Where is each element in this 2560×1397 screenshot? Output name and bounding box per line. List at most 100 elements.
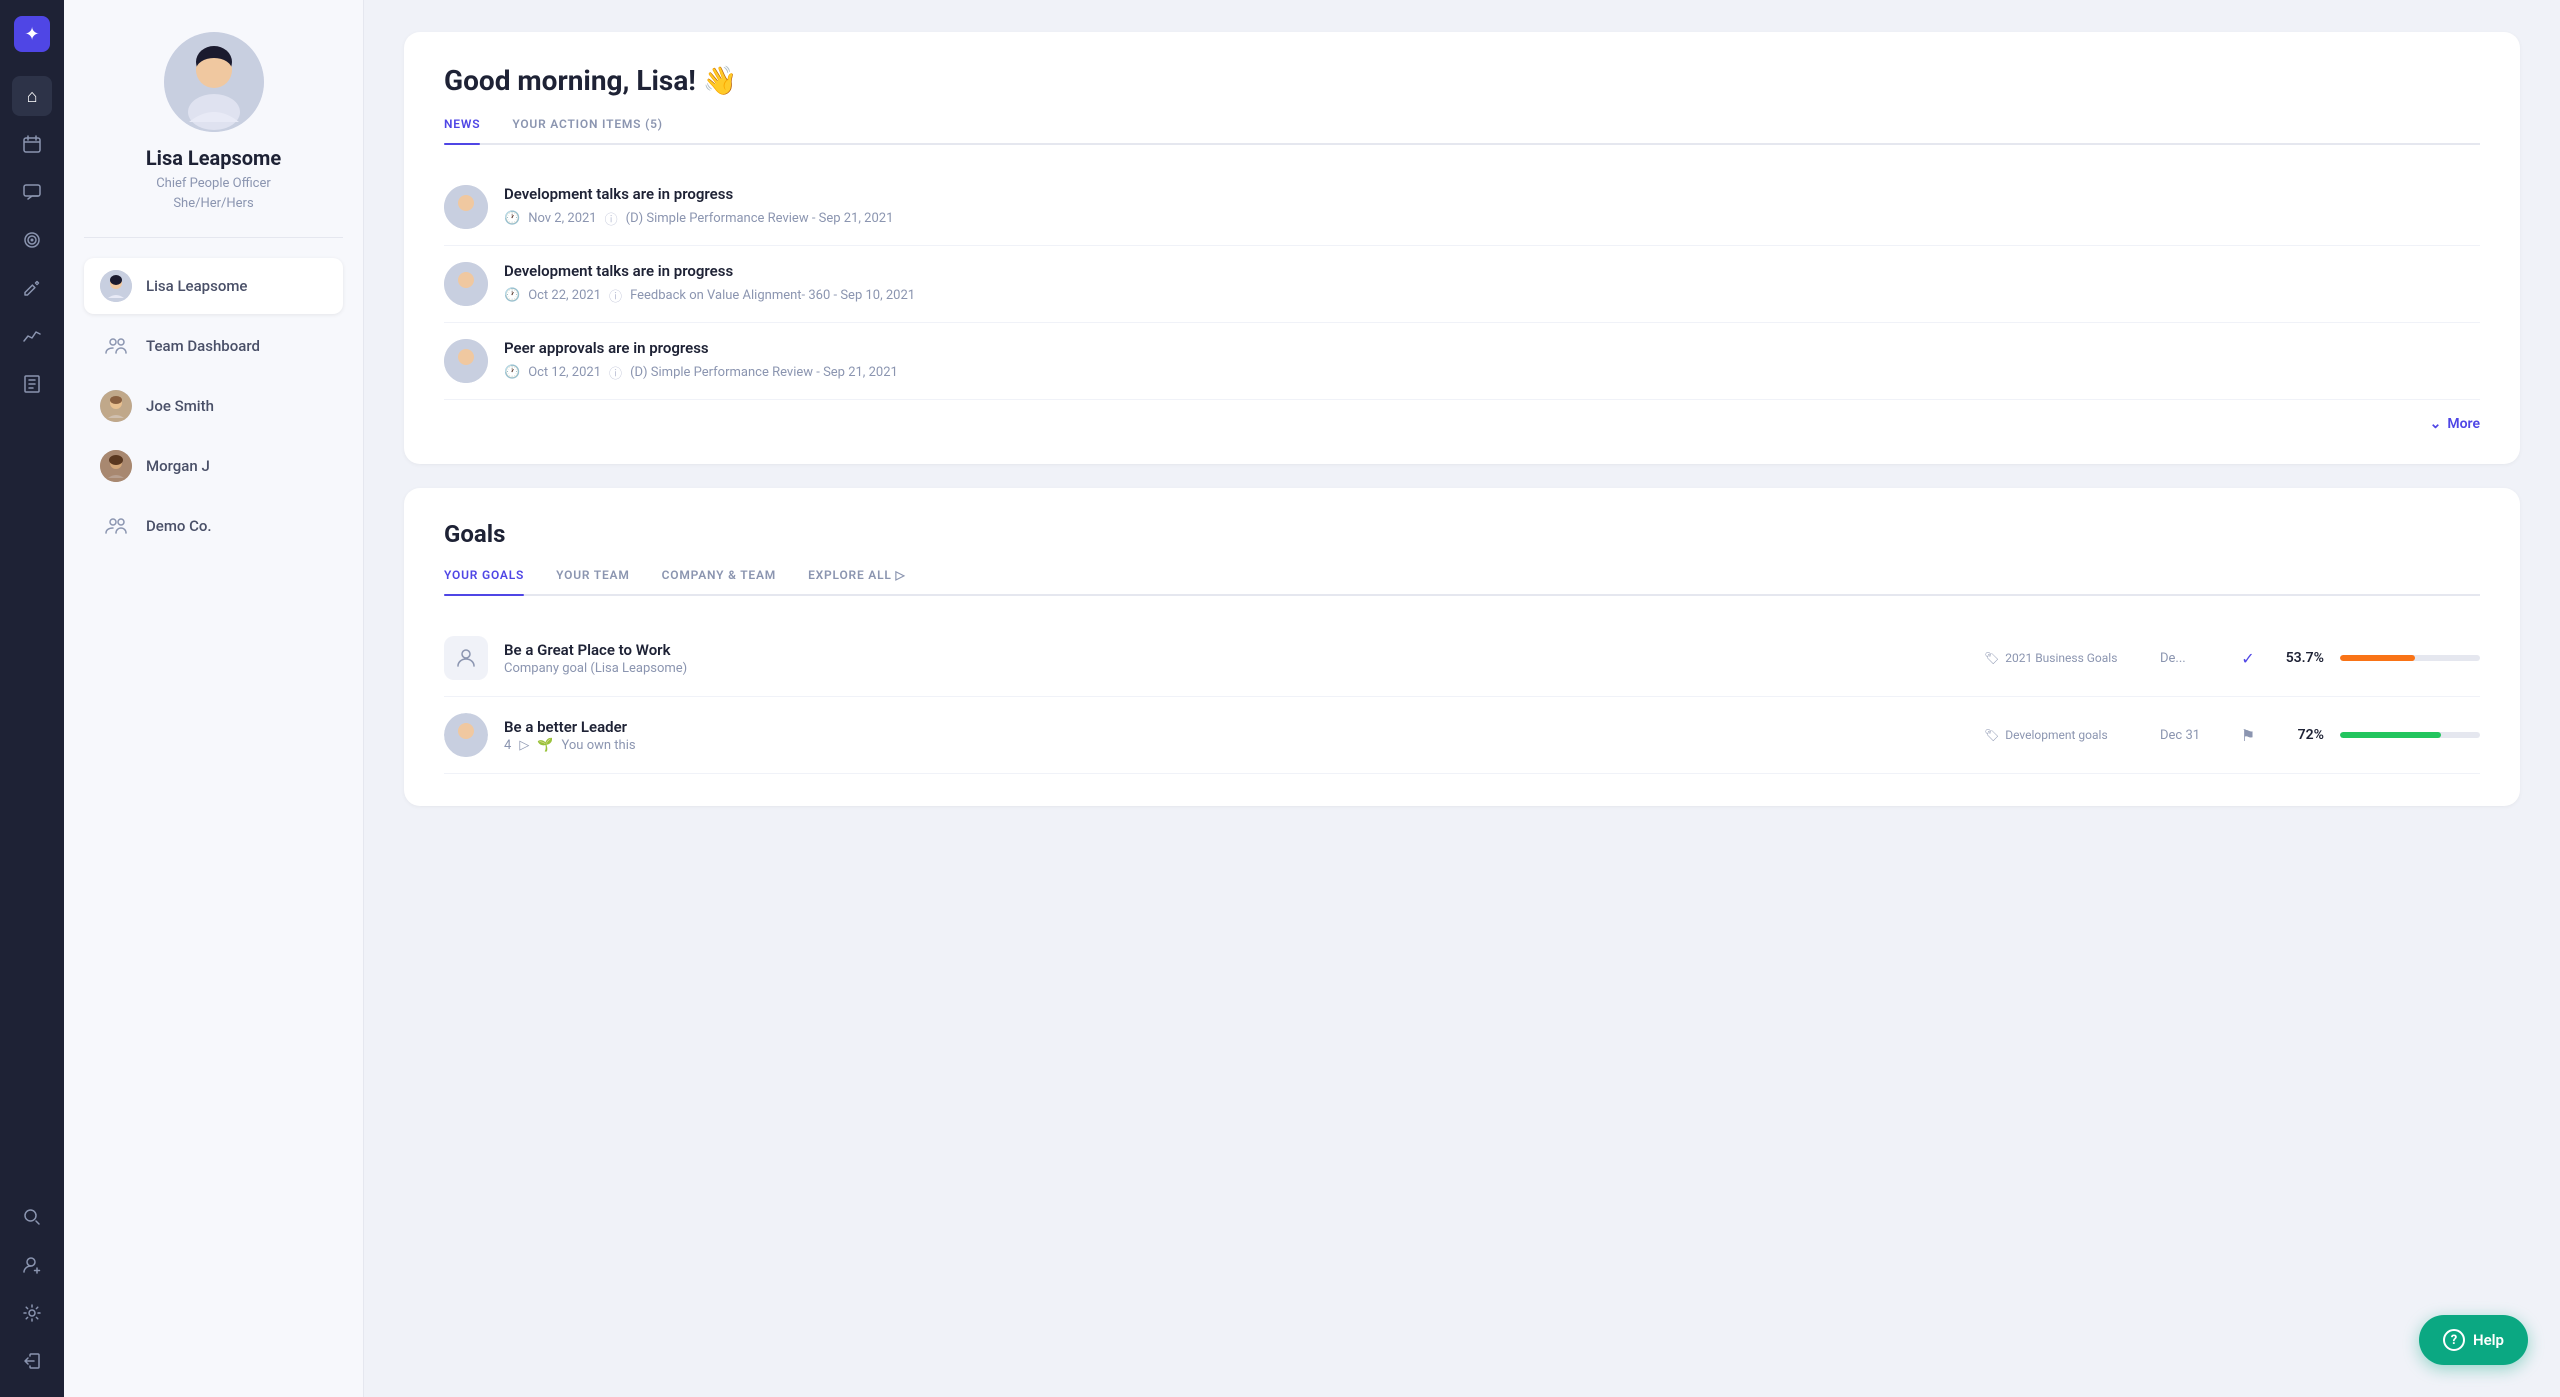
tag-icon-1: 🏷 <box>1984 651 1999 665</box>
tag-icon-2: 🏷 <box>1984 728 1999 742</box>
goal-sub-row-2: 4 ▷ 🌱 You own this <box>504 738 1968 753</box>
profile-section: Lisa Leapsome Chief People Officer She/H… <box>84 32 343 238</box>
goal-item-2: Be a better Leader 4 ▷ 🌱 You own this 🏷 … <box>444 697 2480 774</box>
goal-sub-1: Company goal (Lisa Leapsome) <box>504 661 1968 676</box>
play-icon: ▷ <box>519 738 529 753</box>
profile-avatar <box>164 32 264 132</box>
news-body-1: Development talks are in progress 🕐 Nov … <box>504 185 2480 228</box>
news-item: Development talks are in progress 🕐 Nov … <box>444 169 2480 246</box>
sidebar-item-demo-label: Demo Co. <box>146 517 212 535</box>
info-icon-2: ⓘ <box>609 286 622 305</box>
icon-sidebar: ✦ ⌂ <box>0 0 64 1397</box>
target-icon[interactable] <box>12 220 52 260</box>
clock-icon-1: 🕐 <box>504 211 520 226</box>
news-meta-1: 🕐 Nov 2, 2021 ⓘ (D) Simple Performance R… <box>504 209 2480 228</box>
goal-flag-2: ⚑ <box>2236 726 2260 745</box>
main-content: Good morning, Lisa! 👋 NEWS YOUR ACTION I… <box>364 0 2560 1397</box>
tab-company-team[interactable]: COMPANY & TEAM <box>662 568 776 594</box>
goal-info-2: Be a better Leader 4 ▷ 🌱 You own this <box>504 718 1968 753</box>
help-button[interactable]: ? Help <box>2419 1315 2528 1365</box>
clock-icon-3: 🕐 <box>504 365 520 380</box>
chart-icon[interactable] <box>12 316 52 356</box>
leaf-icon: 🌱 <box>537 738 553 753</box>
goal-icon-1 <box>444 636 488 680</box>
info-icon-3: ⓘ <box>609 363 622 382</box>
calendar-icon[interactable] <box>12 124 52 164</box>
settings-icon[interactable] <box>12 1293 52 1333</box>
help-circle-icon: ? <box>2443 1329 2465 1351</box>
goals-tabs-row: YOUR GOALS YOUR TEAM COMPANY & TEAM EXPL… <box>444 568 2480 596</box>
app-logo[interactable]: ✦ <box>14 16 50 52</box>
info-icon-1: ⓘ <box>605 209 618 228</box>
goal-percent-2: 72% <box>2276 727 2324 743</box>
news-meta-2: 🕐 Oct 22, 2021 ⓘ Feedback on Value Align… <box>504 286 2480 305</box>
news-title-3: Peer approvals are in progress <box>504 339 2480 357</box>
goal-info-1: Be a Great Place to Work Company goal (L… <box>504 641 1968 676</box>
clock-icon-2: 🕐 <box>504 288 520 303</box>
sidebar-item-team-label: Team Dashboard <box>146 337 260 355</box>
progress-fill-1 <box>2340 655 2415 661</box>
goal-icon-2 <box>444 713 488 757</box>
chevron-down-icon: ⌄ <box>2430 416 2442 432</box>
help-label: Help <box>2473 1331 2504 1349</box>
more-link[interactable]: ⌄ More <box>444 400 2480 432</box>
news-title-1: Development talks are in progress <box>504 185 2480 203</box>
goal-item-1: Be a Great Place to Work Company goal (L… <box>444 620 2480 697</box>
nav-list: Lisa Leapsome Team Dashboard Joe Smith M… <box>84 258 343 554</box>
news-card: Good morning, Lisa! 👋 NEWS YOUR ACTION I… <box>404 32 2520 464</box>
home-icon[interactable]: ⌂ <box>12 76 52 116</box>
goals-section-title: Goals <box>444 520 2480 548</box>
tab-your-team[interactable]: YOUR TEAM <box>556 568 630 594</box>
tab-news[interactable]: NEWS <box>444 117 480 143</box>
news-meta-3: 🕐 Oct 12, 2021 ⓘ (D) Simple Performance … <box>504 363 2480 382</box>
tab-explore-all[interactable]: EXPLORE ALL ▷ <box>808 568 905 594</box>
demo-co-icon <box>100 510 132 542</box>
sidebar-item-demo[interactable]: Demo Co. <box>84 498 343 554</box>
news-body-3: Peer approvals are in progress 🕐 Oct 12,… <box>504 339 2480 382</box>
tab-your-goals[interactable]: YOUR GOALS <box>444 568 524 594</box>
profile-title: Chief People Officer She/Her/Hers <box>156 174 271 213</box>
goals-card: Goals YOUR GOALS YOUR TEAM COMPANY & TEA… <box>404 488 2520 806</box>
logout-icon[interactable] <box>12 1341 52 1381</box>
goal-progress-2 <box>2340 732 2480 738</box>
goal-check-1: ✓ <box>2236 649 2260 668</box>
book-icon[interactable] <box>12 364 52 404</box>
goal-tag-2: 🏷 Development goals <box>1984 728 2144 742</box>
team-dashboard-icon <box>100 330 132 362</box>
goal-tag-1: 🏷 2021 Business Goals <box>1984 651 2144 665</box>
add-user-icon[interactable] <box>12 1245 52 1285</box>
nav-avatar-lisa <box>100 270 132 302</box>
sidebar-item-joe-label: Joe Smith <box>146 397 214 415</box>
chat-icon[interactable] <box>12 172 52 212</box>
left-panel: Lisa Leapsome Chief People Officer She/H… <box>64 0 364 1397</box>
sidebar-item-lisa-label: Lisa Leapsome <box>146 277 247 295</box>
nav-avatar-joe <box>100 390 132 422</box>
edit-icon[interactable] <box>12 268 52 308</box>
goal-percent-1: 53.7% <box>2276 650 2324 666</box>
news-body-2: Development talks are in progress 🕐 Oct … <box>504 262 2480 305</box>
goal-own-label: You own this <box>562 738 636 753</box>
news-avatar-1 <box>444 185 488 229</box>
sidebar-item-morgan-label: Morgan J <box>146 457 210 475</box>
sidebar-item-joe[interactable]: Joe Smith <box>84 378 343 434</box>
goal-name-2: Be a better Leader <box>504 718 1968 736</box>
news-item: Development talks are in progress 🕐 Oct … <box>444 246 2480 323</box>
goal-name-1: Be a Great Place to Work <box>504 641 1968 659</box>
goal-count: 4 <box>504 738 511 753</box>
search-icon[interactable] <box>12 1197 52 1237</box>
sidebar-item-morgan[interactable]: Morgan J <box>84 438 343 494</box>
greeting-text: Good morning, Lisa! 👋 <box>444 64 2480 97</box>
news-avatar-2 <box>444 262 488 306</box>
tab-action-items[interactable]: YOUR ACTION ITEMS (5) <box>512 117 662 143</box>
profile-name: Lisa Leapsome <box>146 146 281 170</box>
news-avatar-3 <box>444 339 488 383</box>
sidebar-item-lisa[interactable]: Lisa Leapsome <box>84 258 343 314</box>
sidebar-item-team-dashboard[interactable]: Team Dashboard <box>84 318 343 374</box>
progress-fill-2 <box>2340 732 2441 738</box>
news-title-2: Development talks are in progress <box>504 262 2480 280</box>
goal-progress-1 <box>2340 655 2480 661</box>
news-tabs-row: NEWS YOUR ACTION ITEMS (5) <box>444 117 2480 145</box>
goal-date-1: De... <box>2160 651 2220 666</box>
news-item: Peer approvals are in progress 🕐 Oct 12,… <box>444 323 2480 400</box>
goal-date-2: Dec 31 <box>2160 728 2220 743</box>
